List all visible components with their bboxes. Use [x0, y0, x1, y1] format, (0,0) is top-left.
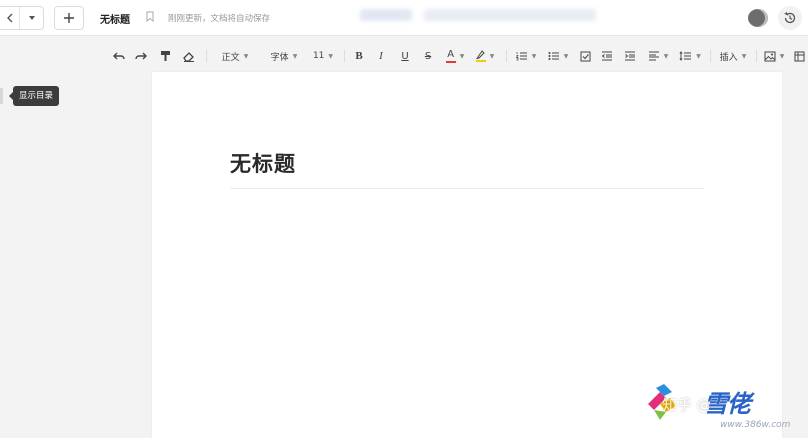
toolbar-divider [506, 50, 507, 62]
save-status: 刚刚更新，文档将自动保存 [168, 14, 271, 24]
paragraph-style-dropdown[interactable]: 正文 ▼ [214, 46, 256, 66]
bullet-list-icon [548, 52, 559, 60]
redo-icon [135, 52, 147, 60]
avatar[interactable] [748, 9, 768, 27]
font-color-swatch [445, 60, 456, 63]
font-family-value: 字体 [270, 52, 289, 63]
align-left-icon [648, 51, 659, 61]
caret-down-icon: ▼ [663, 52, 669, 60]
highlight-swatch [475, 60, 486, 62]
undo-button[interactable] [110, 46, 128, 66]
blurred-document-path [424, 9, 596, 21]
format-painter-icon [160, 51, 170, 61]
insert-table-button[interactable] [792, 46, 806, 66]
redo-button[interactable] [132, 46, 150, 66]
font-color-icon: A [445, 48, 456, 63]
strikethrough-icon: S [424, 50, 432, 62]
caret-down-icon: ▼ [243, 52, 249, 60]
caret-down-icon [29, 16, 35, 20]
font-color-button[interactable]: A ▼ [442, 46, 468, 66]
blurred-collaborator-info [360, 9, 412, 21]
insert-image-button[interactable]: ▼ [762, 46, 786, 66]
toolbar-divider [344, 50, 345, 62]
font-family-dropdown[interactable]: 字体 ▼ [262, 46, 306, 66]
font-size-value: 11 [312, 51, 325, 61]
bullet-list-button[interactable]: ▼ [544, 46, 572, 66]
top-bar: 无标题 刚刚更新，文档将自动保存 [0, 0, 808, 36]
insert-dropdown[interactable]: 插入 ▼ [716, 46, 750, 66]
ordered-list-button[interactable]: ▼ [512, 46, 540, 66]
format-painter-button[interactable] [156, 46, 174, 66]
caret-down-icon: ▼ [459, 52, 465, 60]
page-title[interactable]: 无标题 [230, 148, 296, 178]
caret-down-icon: ▼ [779, 52, 785, 60]
plus-icon [64, 13, 74, 23]
ordered-list-icon [515, 52, 527, 61]
toc-toggle-handle[interactable] [0, 88, 3, 104]
watermark-brand: 雪佬 [704, 390, 751, 418]
bold-icon: B [355, 50, 363, 62]
document-page[interactable]: 无标题 [152, 72, 782, 438]
outdent-icon [601, 51, 612, 61]
paragraph-style-value: 正文 [221, 52, 240, 63]
format-toolbar: 正文 ▼ 字体 ▼ 11 ▼ B I U S A ▼ ▼ ▼ ▼ ▼ ▼ 插入 … [0, 40, 808, 72]
new-document-button[interactable] [54, 6, 84, 30]
caret-down-icon: ▼ [531, 52, 537, 60]
bold-button[interactable]: B [350, 46, 368, 66]
line-spacing-dropdown[interactable]: ▼ [676, 46, 704, 66]
nav-dropdown-button[interactable] [22, 7, 42, 29]
indent-icon [625, 51, 635, 61]
toolbar-divider [710, 50, 711, 62]
eraser-icon [183, 51, 194, 62]
caret-down-icon: ▼ [741, 52, 747, 60]
bookmark-icon[interactable] [146, 11, 154, 22]
history-clock-icon [784, 11, 796, 24]
indent-button[interactable] [621, 46, 639, 66]
nav-button-group [0, 6, 44, 30]
underline-button[interactable]: U [396, 46, 414, 66]
table-icon [794, 51, 804, 61]
toolbar-divider [756, 50, 757, 62]
caret-down-icon: ▼ [489, 52, 495, 60]
font-size-dropdown[interactable]: 11 ▼ [308, 46, 338, 66]
toc-tooltip: 显示目录 [8, 86, 60, 106]
insert-label: 插入 [719, 52, 738, 63]
caret-down-icon: ▼ [563, 52, 569, 60]
italic-button[interactable]: I [372, 46, 390, 66]
checklist-button[interactable] [576, 46, 594, 66]
highlight-icon [475, 50, 486, 62]
caret-down-icon: ▼ [328, 52, 334, 60]
checkbox-icon [580, 51, 590, 61]
caret-down-icon: ▼ [292, 52, 298, 60]
italic-icon: I [379, 50, 383, 62]
undo-icon [113, 52, 125, 60]
image-icon [764, 51, 776, 61]
outdent-button[interactable] [598, 46, 616, 66]
back-button[interactable] [0, 7, 20, 29]
document-title[interactable]: 无标题 [100, 11, 130, 26]
chevron-left-icon [6, 13, 12, 23]
highlight-button[interactable]: ▼ [472, 46, 498, 66]
caret-down-icon: ▼ [696, 52, 701, 60]
underline-icon: U [401, 50, 409, 62]
toolbar-divider [206, 50, 207, 62]
title-divider [230, 188, 704, 189]
strikethrough-button[interactable]: S [419, 46, 437, 66]
font-color-letter: A [447, 48, 455, 60]
watermark-url: www.386w.com [720, 420, 791, 430]
line-spacing-icon [679, 51, 692, 61]
history-button[interactable] [778, 6, 802, 30]
align-dropdown[interactable]: ▼ [644, 46, 672, 66]
clear-format-button[interactable] [180, 46, 198, 66]
marker-icon [476, 50, 485, 59]
